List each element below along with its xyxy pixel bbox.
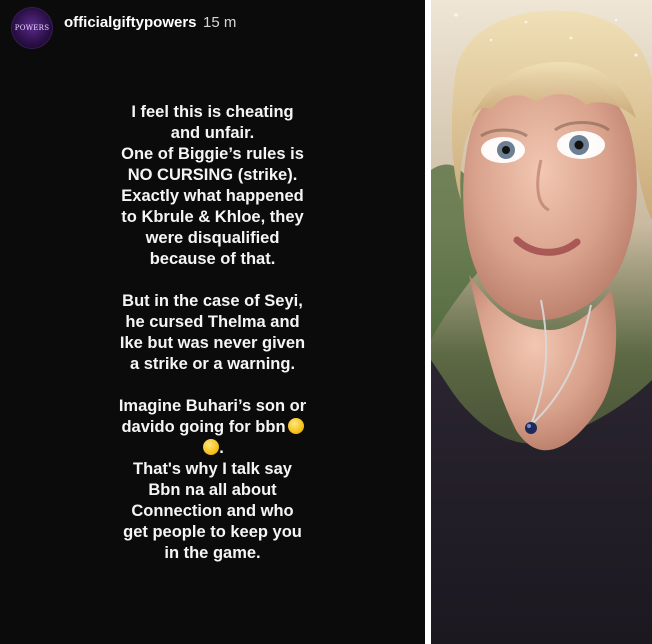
story-line: But in the case of Seyi, <box>122 292 303 310</box>
story-line: because of that. <box>149 250 276 268</box>
rolling-on-the-floor-laughing-emoji-icon <box>203 439 220 455</box>
profile-avatar[interactable]: POWERS <box>12 8 52 48</box>
story-line: Connection and who <box>131 502 294 520</box>
instagram-story-panel: POWERS officialgiftypowers 15 m I feel t… <box>0 0 425 644</box>
story-line: and unfair. <box>170 124 255 142</box>
story-line: in the game. <box>164 544 261 562</box>
story-line: NO CURSING (strike). <box>127 166 298 184</box>
story-line: Exactly what happened <box>121 187 304 205</box>
emoji-line: . <box>0 438 425 459</box>
rolling-on-the-floor-laughing-emoji-icon <box>287 418 304 434</box>
story-line: a strike or a warning. <box>129 355 296 373</box>
story-header: POWERS officialgiftypowers 15 m <box>0 0 425 52</box>
story-line-text: davido going for bbn <box>121 418 286 436</box>
image-collage: POWERS officialgiftypowers 15 m I feel t… <box>0 0 652 644</box>
story-line: I feel this is cheating <box>131 103 294 121</box>
story-line-with-emoji: davido going for bbn <box>0 417 425 438</box>
story-line: Bbn na all about <box>148 481 277 499</box>
story-line: One of Biggie’s rules is <box>121 145 304 163</box>
story-line-text: . <box>219 439 224 457</box>
selfie-photo <box>431 0 652 644</box>
story-line: Ike but was never given <box>119 334 306 352</box>
story-line: were disqualified <box>145 229 280 247</box>
story-line: get people to keep you <box>123 523 302 541</box>
avatar-label: POWERS <box>14 24 50 32</box>
post-time: 15 m <box>203 14 237 31</box>
story-line: Imagine Buhari’s son or <box>118 397 307 415</box>
selfie-illustration <box>431 0 652 644</box>
paragraph-2: But in the case of Seyi, he cursed Thelm… <box>0 291 425 375</box>
story-line: That's why I talk say <box>133 460 292 478</box>
paragraph-3: Imagine Buhari’s son or davido going for… <box>0 396 425 564</box>
story-line: to Kbrule & Khloe, they <box>121 208 304 226</box>
story-line: he cursed Thelma and <box>125 313 300 331</box>
username[interactable]: officialgiftypowers <box>64 14 197 31</box>
paragraph-1: I feel this is cheating and unfair. One … <box>0 102 425 270</box>
story-text: I feel this is cheating and unfair. One … <box>0 102 425 564</box>
